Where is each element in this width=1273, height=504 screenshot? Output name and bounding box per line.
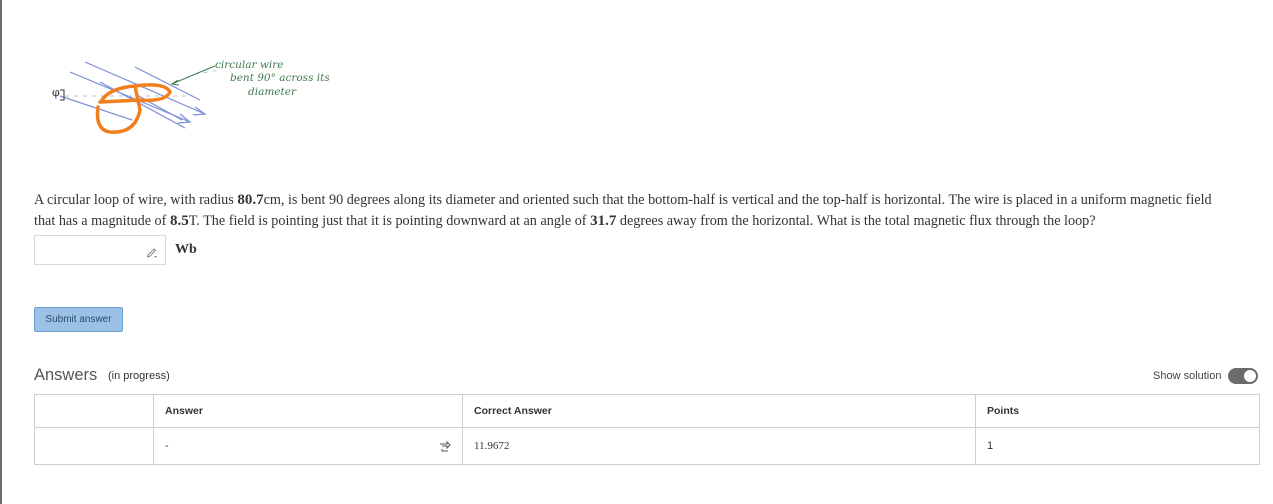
annotation-pointer <box>170 65 216 86</box>
cell-index <box>34 427 154 465</box>
column-header-answer: Answer <box>153 394 463 428</box>
question-text: A circular loop of wire, with radius 80.… <box>34 190 1234 232</box>
answer-value: - <box>165 440 169 452</box>
wire-fold <box>133 85 142 111</box>
field-lines <box>59 61 206 129</box>
answer-input[interactable] <box>34 235 166 265</box>
question-part-3: T. The field is pointing just that it is… <box>188 213 591 229</box>
annotation-line-2: bent 90° across its <box>230 72 330 84</box>
column-header-correct-answer: Correct Answer <box>462 394 976 428</box>
answer-unit: Wb <box>175 242 197 257</box>
field-value: 8.5 <box>169 213 189 229</box>
swap-icon[interactable] <box>438 439 452 453</box>
radius-value: 80.7 <box>237 192 264 208</box>
submit-answer-button[interactable]: Submit answer <box>34 307 123 332</box>
show-solution-toggle[interactable] <box>1228 368 1258 384</box>
column-header-points: Points <box>975 394 1260 428</box>
question-figure: φ circular wire bent 90° across its diam… <box>52 59 330 134</box>
pencil-icon <box>146 248 157 258</box>
answers-status: (in progress) <box>108 370 170 382</box>
question-part-4: degrees away from the horizontal. What i… <box>616 213 1096 229</box>
table-row: - 11.9672 1 <box>34 427 1260 465</box>
annotation-line-3: diameter <box>248 86 297 98</box>
answers-table: Answer Correct Answer Points - 11.9672 1 <box>34 394 1260 465</box>
angle-bracket <box>60 89 65 101</box>
field-arrowheads <box>177 106 207 124</box>
cell-points: 1 <box>975 427 1260 465</box>
table-header-row: Answer Correct Answer Points <box>34 394 1260 428</box>
angle-value: 31.7 <box>590 213 617 229</box>
angle-symbol: φ <box>52 86 60 99</box>
show-solution-label: Show solution <box>1153 370 1222 382</box>
column-header-index <box>34 394 154 428</box>
annotation-line-1: circular wire <box>215 59 283 71</box>
cell-answer: - <box>153 427 463 465</box>
toggle-knob <box>1243 369 1257 383</box>
cell-correct-answer: 11.9672 <box>462 427 976 465</box>
left-border <box>0 0 2 504</box>
answers-heading: Answers <box>34 366 98 384</box>
question-part-1: A circular loop of wire, with radius <box>34 192 238 208</box>
